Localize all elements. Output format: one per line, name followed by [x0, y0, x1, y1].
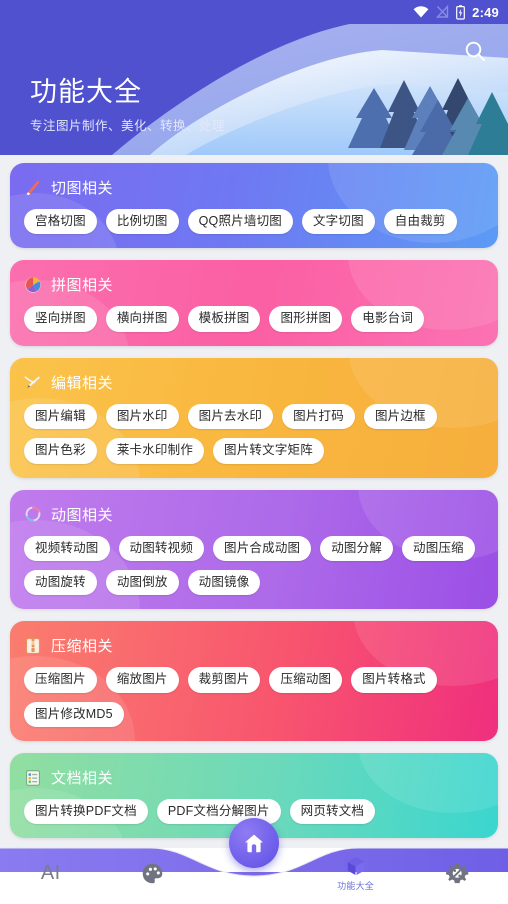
tool-chip[interactable]: 缩放图片	[105, 667, 179, 693]
tool-chip[interactable]: 图片修改MD5	[24, 701, 124, 727]
section-header: 切图相关	[24, 177, 486, 198]
section-card-collage: 拼图相关 竖向拼图 横向拼图 模板拼图 图形拼图 电影台词	[10, 260, 498, 346]
section-title: 编辑相关	[51, 374, 114, 392]
file-compress-icon	[26, 637, 40, 654]
section-header: 压缩相关	[24, 635, 486, 656]
chip-list: 图片编辑 图片水印 图片去水印 图片打码 图片边框 图片色彩 莱卡水印制作 图片…	[24, 403, 486, 464]
home-fab-button[interactable]	[229, 818, 279, 868]
tool-chip[interactable]: 横向拼图	[105, 306, 179, 332]
section-card-cut: 切图相关 宫格切图 比例切图 QQ照片墙切图 文字切图 自由裁剪	[10, 163, 498, 249]
signal-off-icon	[436, 5, 449, 18]
tool-chip[interactable]: 图片边框	[363, 403, 437, 430]
tool-chip[interactable]: 莱卡水印制作	[105, 438, 205, 464]
nav-item-tools[interactable]: 功能大全	[305, 842, 407, 904]
palette-icon	[142, 863, 163, 883]
section-card-edit: 编辑相关 图片编辑 图片水印 图片去水印 图片打码 图片边框 图片色彩 莱卡水印…	[10, 357, 498, 478]
tool-chip[interactable]: 动图倒放	[105, 569, 179, 596]
section-title: 文档相关	[51, 770, 114, 787]
puzzle-circle-icon	[25, 277, 41, 293]
nav-item-ai[interactable]: AI	[0, 842, 102, 904]
nav-item-settings[interactable]	[406, 842, 508, 904]
page-title: 功能大全	[30, 77, 142, 107]
tool-chip[interactable]: 文字切图	[301, 209, 375, 235]
section-header: 动图相关	[24, 504, 486, 525]
tool-chip[interactable]: 压缩图片	[24, 667, 97, 693]
knife-icon	[26, 180, 40, 195]
tool-chip[interactable]: 自由裁剪	[383, 209, 457, 235]
nav-item-label: 功能大全	[337, 880, 374, 891]
loop-circle-icon	[25, 506, 41, 522]
tool-chip[interactable]: 宫格切图	[24, 209, 97, 235]
tool-chip[interactable]: 动图压缩	[402, 535, 475, 561]
cube-icon	[347, 856, 364, 875]
tool-chip[interactable]: 比例切图	[105, 209, 179, 235]
tool-chip[interactable]: 视频转动图	[24, 535, 110, 561]
tool-chip[interactable]: 网页转文档	[289, 799, 376, 825]
section-title: 压缩相关	[51, 638, 114, 656]
tool-chip[interactable]: 动图镜像	[187, 569, 261, 596]
section-title: 动图相关	[51, 506, 114, 524]
section-card-compress: 压缩相关 压缩图片 缩放图片 裁剪图片 压缩动图 图片转格式 图片修改MD5	[10, 621, 498, 741]
tool-chip[interactable]: 动图旋转	[24, 569, 97, 596]
section-title: 切图相关	[51, 180, 114, 197]
pencil-icon	[24, 376, 40, 389]
tool-chip[interactable]: 电影台词	[351, 306, 425, 332]
ai-text-icon: AI	[40, 861, 61, 884]
tool-chip[interactable]: 图片转格式	[351, 667, 437, 693]
page-subtitle: 专注图片制作、美化、转换、处理	[30, 119, 226, 133]
tool-chip[interactable]: 压缩动图	[269, 667, 343, 693]
tool-chip[interactable]: 图片转换PDF文档	[24, 799, 148, 825]
tool-chip[interactable]: 动图分解	[320, 535, 394, 561]
tool-chip[interactable]: 模板拼图	[187, 306, 261, 332]
tool-chip[interactable]: 图片编辑	[24, 403, 97, 430]
section-header: 编辑相关	[24, 372, 486, 393]
tool-chip[interactable]: 竖向拼图	[24, 306, 97, 332]
search-button[interactable]	[456, 32, 494, 70]
home-icon	[245, 834, 263, 853]
chip-list: 视频转动图 动图转视频 图片合成动图 动图分解 动图压缩 动图旋转 动图倒放 动…	[24, 535, 486, 596]
chip-list: 宫格切图 比例切图 QQ照片墙切图 文字切图 自由裁剪	[24, 209, 486, 235]
gear-icon	[445, 863, 469, 883]
chip-list: 竖向拼图 横向拼图 模板拼图 图形拼图 电影台词	[24, 306, 486, 332]
tool-chip[interactable]: 裁剪图片	[187, 667, 261, 693]
battery-charging-icon	[456, 4, 466, 20]
tool-chip[interactable]: 图片色彩	[24, 438, 97, 464]
section-card-gif: 动图相关 视频转动图 动图转视频 图片合成动图 动图分解 动图压缩 动图旋转 动…	[10, 489, 498, 610]
tool-chip[interactable]: 图片去水印	[187, 403, 274, 430]
tool-chip[interactable]: QQ照片墙切图	[187, 209, 293, 235]
document-list-icon	[26, 769, 40, 786]
app-root: 功能大全 专注图片制作、美化、转换、处理 2:49 切图相关 宫格切图 比例切图…	[0, 0, 508, 904]
nav-item-palette[interactable]	[102, 842, 204, 904]
section-header: 文档相关	[24, 767, 486, 788]
tool-chip[interactable]: 图片转文字矩阵	[213, 438, 324, 464]
tool-chip[interactable]: 动图转视频	[118, 535, 205, 561]
tool-chip[interactable]: 图形拼图	[269, 306, 343, 332]
status-bar: 2:49	[0, 0, 508, 24]
section-title: 拼图相关	[51, 277, 114, 295]
wifi-icon	[413, 6, 429, 18]
status-time: 2:49	[472, 4, 499, 20]
sections-scroll-area[interactable]: 切图相关 宫格切图 比例切图 QQ照片墙切图 文字切图 自由裁剪 拼图相关 竖向…	[0, 155, 508, 845]
chip-list: 压缩图片 缩放图片 裁剪图片 压缩动图 图片转格式 图片修改MD5	[24, 667, 486, 727]
search-icon	[465, 41, 486, 62]
tool-chip[interactable]: 图片打码	[282, 403, 355, 430]
tool-chip[interactable]: 图片水印	[105, 403, 179, 430]
tool-chip[interactable]: 图片合成动图	[213, 535, 312, 561]
section-header: 拼图相关	[24, 274, 486, 295]
